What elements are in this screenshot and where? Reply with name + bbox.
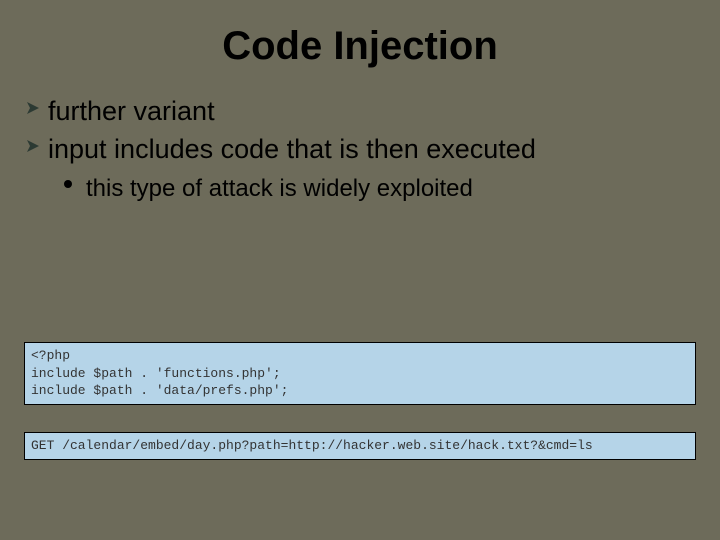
bullet-level1: input includes code that is then execute… bbox=[26, 133, 700, 167]
code-content: GET /calendar/embed/day.php?path=http://… bbox=[24, 432, 696, 460]
bullet-level1: further variant bbox=[26, 95, 700, 129]
disc-bullet-icon bbox=[64, 173, 86, 188]
code-content: <?php include $path . 'functions.php'; i… bbox=[24, 342, 696, 405]
slide-title: Code Injection bbox=[0, 24, 720, 69]
code-block-php: <?php include $path . 'functions.php'; i… bbox=[24, 342, 696, 405]
bullet-text: further variant bbox=[48, 95, 215, 129]
arrow-bullet-icon bbox=[26, 95, 48, 115]
bullet-list: further variant input includes code that… bbox=[0, 95, 720, 204]
bullet-text: input includes code that is then execute… bbox=[48, 133, 536, 167]
bullet-level2: this type of attack is widely exploited bbox=[64, 173, 700, 204]
bullet-text: this type of attack is widely exploited bbox=[86, 173, 473, 204]
slide: Code Injection further variant input inc… bbox=[0, 0, 720, 540]
code-block-http: GET /calendar/embed/day.php?path=http://… bbox=[24, 432, 696, 460]
arrow-bullet-icon bbox=[26, 133, 48, 153]
